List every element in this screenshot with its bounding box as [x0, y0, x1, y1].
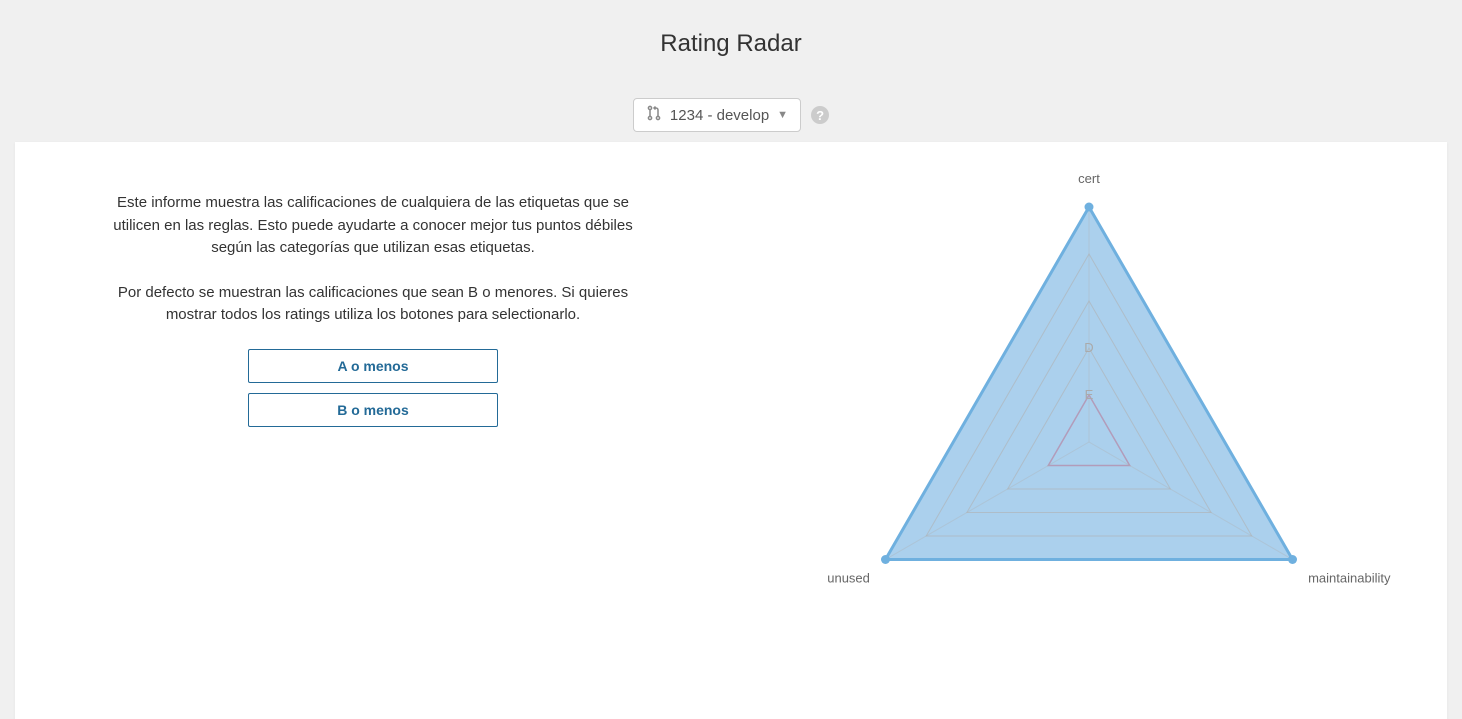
pull-request-icon — [646, 105, 662, 125]
svg-text:unused: unused — [827, 571, 870, 586]
chart-panel: D Ecert maintainability unused — [731, 142, 1447, 719]
info-paragraph-1: Este informe muestra las calificaciones … — [113, 192, 633, 260]
svg-text:cert: cert — [1078, 171, 1100, 186]
content-card: Este informe muestra las calificaciones … — [15, 142, 1447, 719]
svg-text:D: D — [1084, 340, 1093, 355]
svg-text:E: E — [1085, 387, 1094, 402]
help-icon[interactable]: ? — [811, 106, 829, 124]
svg-text:maintainability: maintainability — [1308, 571, 1391, 586]
radar-chart: D Ecert maintainability unused — [749, 142, 1429, 702]
page-title: Rating Radar — [0, 30, 1462, 58]
info-panel: Este informe muestra las calificaciones … — [15, 142, 731, 719]
filter-b-or-less-button[interactable]: B o menos — [248, 393, 498, 427]
info-paragraph-2: Por defecto se muestran las calificacion… — [113, 282, 633, 327]
branch-select[interactable]: 1234 - develop ▼ — [633, 98, 801, 132]
filter-a-or-less-button[interactable]: A o menos — [248, 349, 498, 383]
branch-select-label: 1234 - develop — [670, 107, 769, 124]
chevron-down-icon: ▼ — [777, 109, 788, 121]
